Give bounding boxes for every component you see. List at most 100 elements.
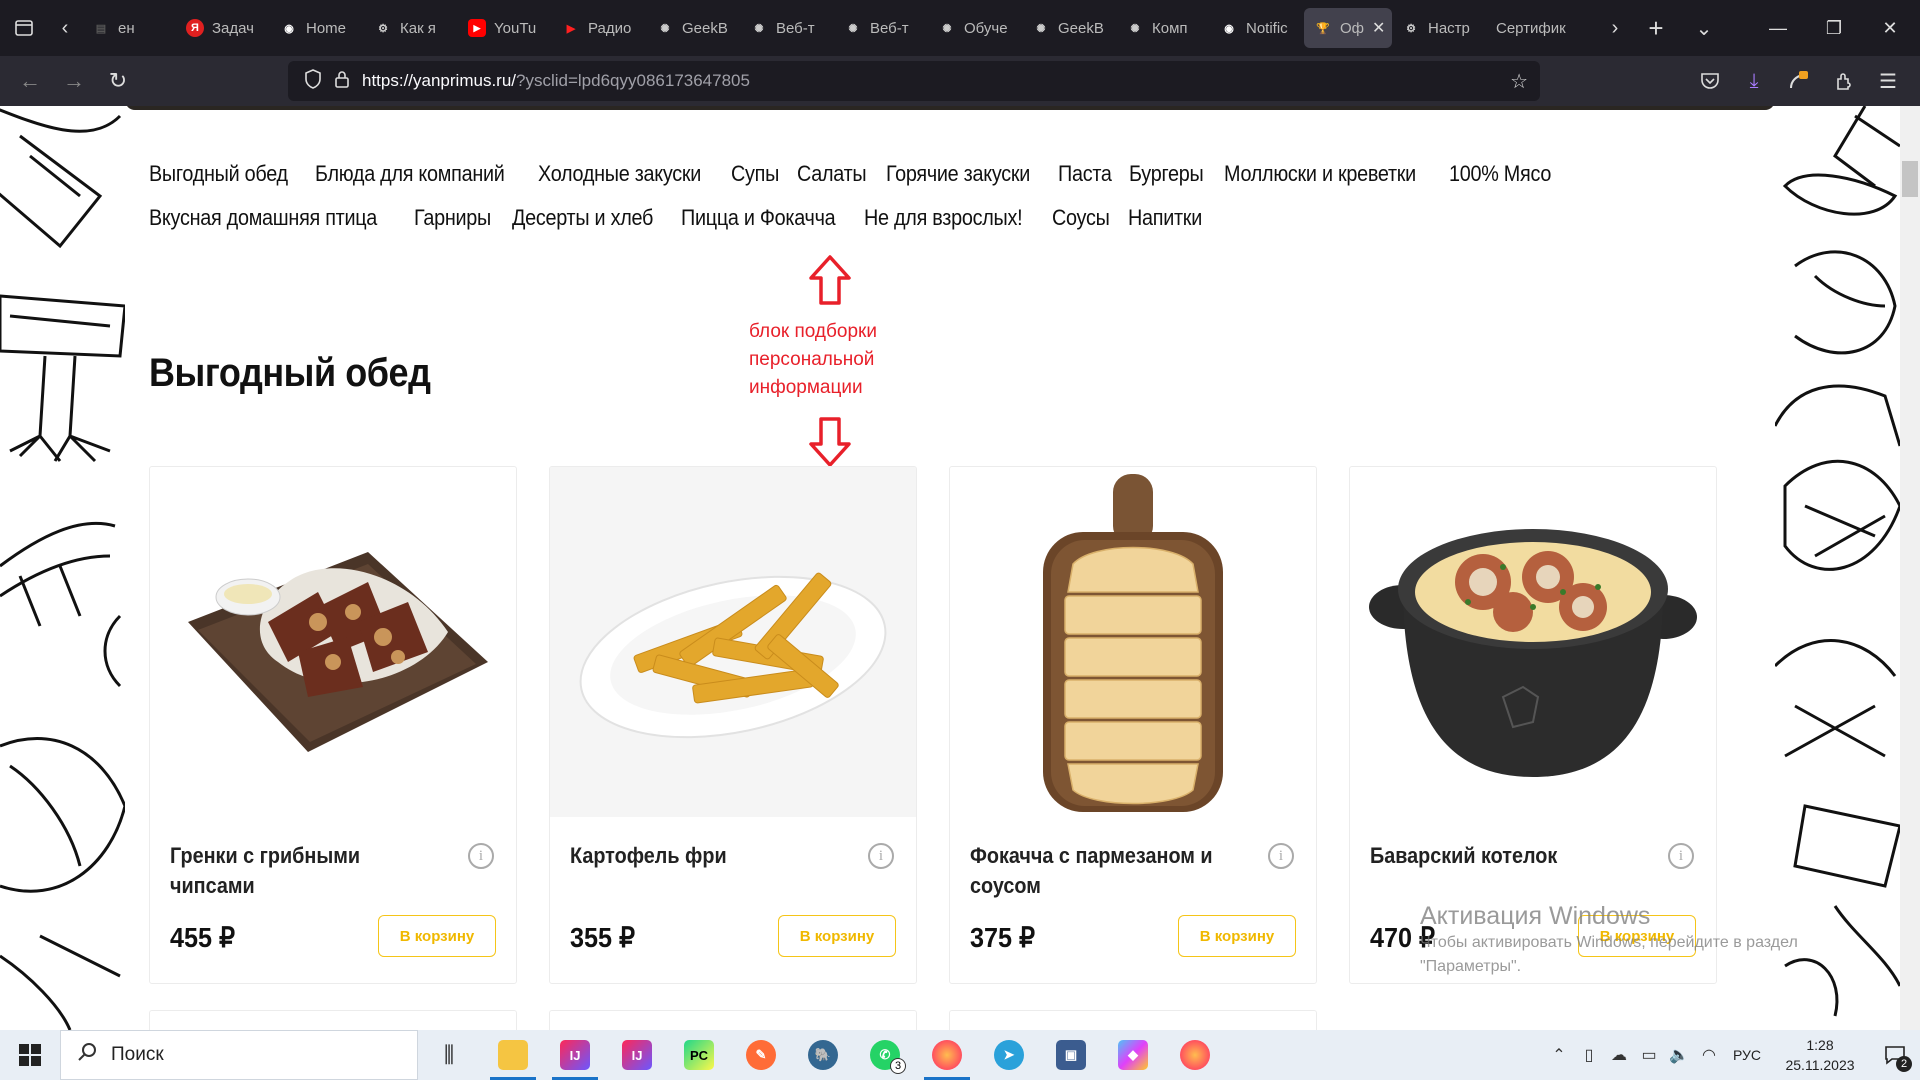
tab-list-icon[interactable] [0, 0, 48, 56]
category-link[interactable]: Пицца и Фокачча [681, 205, 836, 231]
address-bar[interactable]: https://yanprimus.ru/?ysclid=lpd6qyy0861… [288, 61, 1540, 101]
extensions-icon[interactable] [1824, 61, 1864, 101]
downloads-icon[interactable]: ⤓ [1734, 61, 1774, 101]
intellij-idea-2-icon[interactable]: IJ [608, 1030, 666, 1080]
category-link[interactable]: Салаты [797, 161, 867, 187]
product-card-partial[interactable] [149, 1010, 517, 1030]
back-icon[interactable]: ← [8, 61, 52, 101]
category-link[interactable]: Напитки [1128, 205, 1202, 231]
device-icon[interactable]: ▯ [1574, 1030, 1604, 1080]
taskbar-search[interactable]: Поиск [60, 1030, 418, 1080]
task-view-icon[interactable]: ⫼ [420, 1030, 478, 1080]
browser-tab[interactable]: ✺ Обуче [928, 8, 1022, 48]
close-window-icon[interactable]: ✕ [1862, 0, 1918, 56]
browser-tab[interactable]: ▶ Радио [552, 8, 646, 48]
browser-tab[interactable]: ⚙ Настр [1392, 8, 1486, 48]
browser-tab[interactable]: ✺ GeekB [646, 8, 740, 48]
firefox-2-icon[interactable] [1166, 1030, 1224, 1080]
category-link[interactable]: Соусы [1052, 205, 1110, 231]
notifications-icon[interactable]: 2 [1870, 1030, 1920, 1080]
info-icon[interactable]: i [1268, 843, 1294, 869]
category-link[interactable]: Вкусная домашняя птица [149, 205, 377, 231]
browser-tab[interactable]: ▤ ен [82, 8, 176, 48]
info-icon[interactable]: i [1668, 843, 1694, 869]
display-icon[interactable]: ▭ [1634, 1030, 1664, 1080]
category-link[interactable]: Десерты и хлеб [512, 205, 653, 231]
product-card[interactable]: Картофель фри i 355 ₽ В корзину [549, 466, 917, 984]
postman-icon[interactable]: ✎ [732, 1030, 790, 1080]
product-card-partial[interactable] [549, 1010, 917, 1030]
scroll-tabs-left-icon[interactable]: ‹ [48, 0, 82, 56]
browser-tab[interactable]: ⚙ Как я [364, 8, 458, 48]
browser-tab[interactable]: Сертифик [1486, 8, 1590, 48]
add-to-cart-button[interactable]: В корзину [378, 915, 496, 957]
minimize-icon[interactable]: — [1750, 0, 1806, 56]
sourcetree-icon[interactable]: ◆ [1104, 1030, 1162, 1080]
firefox-icon[interactable] [918, 1030, 976, 1080]
scroll-tabs-right-icon[interactable]: › [1598, 0, 1632, 56]
category-link[interactable]: Выгодный обед [149, 161, 288, 187]
postgresql-icon[interactable]: 🐘 [794, 1030, 852, 1080]
product-card[interactable]: Гренки с грибными чипсами i 455 ₽ В корз… [149, 466, 517, 984]
forward-icon[interactable]: → [52, 61, 96, 101]
info-icon[interactable]: i [468, 843, 494, 869]
scrollbar-thumb[interactable] [1902, 161, 1918, 197]
watermark-line-1: Чтобы активировать Windows, перейдите в … [1420, 934, 1798, 951]
browser-tab[interactable]: ◉ Notific [1210, 8, 1304, 48]
browser-tab[interactable]: ✺ Веб-т [740, 8, 834, 48]
virtualbox-icon[interactable]: ▣ [1042, 1030, 1100, 1080]
add-to-cart-button[interactable]: В корзину [778, 915, 896, 957]
pocket-icon[interactable] [1690, 61, 1730, 101]
onedrive-icon[interactable]: ☁ [1604, 1030, 1634, 1080]
wifi-icon[interactable]: ◠ [1694, 1030, 1724, 1080]
product-card-partial[interactable] [949, 1010, 1317, 1030]
restore-icon[interactable]: ❐ [1806, 0, 1862, 56]
tray-chevron-icon[interactable]: ⌃ [1544, 1030, 1574, 1080]
add-to-cart-button[interactable]: В корзину [1178, 915, 1296, 957]
whatsapp-icon[interactable]: ✆ 3 [856, 1030, 914, 1080]
new-tab-icon[interactable]: + [1632, 0, 1680, 56]
pot-image[interactable] [1350, 467, 1716, 817]
clock[interactable]: 1:28 25.11.2023 [1770, 1035, 1870, 1075]
category-link[interactable]: Паста [1058, 161, 1112, 187]
product-card[interactable]: Фокачча с пармезаном и соусом i 375 ₽ В … [949, 466, 1317, 984]
browser-tab[interactable]: 🏆 Оф ✕ [1304, 8, 1392, 48]
reload-icon[interactable]: ↻ [96, 61, 140, 101]
tab-label: Радио [588, 19, 632, 37]
close-tab-icon[interactable]: ✕ [1372, 18, 1385, 38]
lock-icon[interactable] [334, 69, 350, 94]
url-text[interactable]: https://yanprimus.ru/?ysclid=lpd6qyy0861… [362, 71, 750, 91]
category-link[interactable]: Моллюски и креветки [1224, 161, 1416, 187]
croutons-image[interactable] [150, 467, 516, 817]
category-link[interactable]: Горячие закуски [886, 161, 1030, 187]
category-link[interactable]: Гарниры [414, 205, 491, 231]
volume-icon[interactable]: 🔈 [1664, 1030, 1694, 1080]
category-link[interactable]: Не для взрослых! [864, 205, 1023, 231]
browser-tab[interactable]: ◉ Home [270, 8, 364, 48]
intellij-idea-icon[interactable]: IJ [546, 1030, 604, 1080]
menu-hamburger-icon[interactable]: ☰ [1868, 61, 1908, 101]
browser-tab[interactable]: ✺ Веб-т [834, 8, 928, 48]
focaccia-image[interactable] [950, 467, 1316, 817]
info-icon[interactable]: i [868, 843, 894, 869]
bookmark-star-icon[interactable]: ☆ [1510, 69, 1528, 94]
tab-dropdown-icon[interactable]: ⌄ [1680, 0, 1728, 56]
scrollbar-track[interactable] [1900, 106, 1920, 1030]
browser-tab[interactable]: ✺ GeekB [1022, 8, 1116, 48]
file-explorer-icon[interactable] [484, 1030, 542, 1080]
browser-tab[interactable]: ✺ Комп [1116, 8, 1210, 48]
browser-tab[interactable]: ▶ YouTu [458, 8, 552, 48]
category-link[interactable]: Супы [731, 161, 779, 187]
category-link[interactable]: Бургеры [1129, 161, 1204, 187]
category-link[interactable]: 100% Мясо [1449, 161, 1551, 187]
language-indicator[interactable]: РУС [1724, 1047, 1770, 1063]
windows-start-icon[interactable] [0, 1030, 60, 1080]
category-link[interactable]: Холодные закуски [538, 161, 701, 187]
browser-tab[interactable]: Я Задач [176, 8, 270, 48]
telegram-icon[interactable]: ➤ [980, 1030, 1038, 1080]
shield-icon[interactable] [304, 68, 322, 94]
fries-image[interactable] [550, 467, 916, 817]
category-link[interactable]: Блюда для компаний [315, 161, 505, 187]
extension-badge-icon[interactable] [1778, 61, 1818, 101]
pycharm-icon[interactable]: PC [670, 1030, 728, 1080]
